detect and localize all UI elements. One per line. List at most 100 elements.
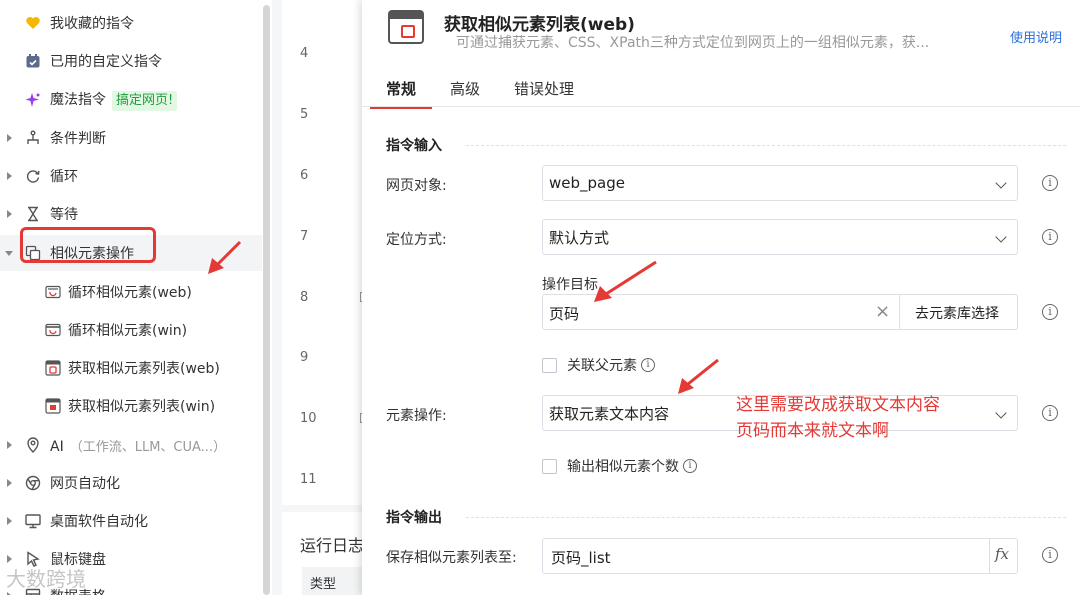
expand-arrow-icon[interactable] [7, 479, 12, 487]
target-input[interactable]: 页码 × 去元素库选择 [542, 294, 1018, 330]
info-icon[interactable]: i [1042, 229, 1058, 245]
info-icon[interactable]: i [1042, 304, 1058, 320]
help-link[interactable]: 使用说明 [1010, 27, 1062, 46]
annotation-line: 页码而本来就文本啊 [736, 421, 889, 441]
sidebar-item-web-automation[interactable]: 网页自动化 [0, 465, 262, 501]
tab-error-handling[interactable]: 错误处理 [514, 78, 574, 106]
sidebar-scrollbar[interactable] [263, 5, 270, 595]
win-list-icon [44, 397, 62, 415]
expand-arrow-icon[interactable] [7, 134, 12, 142]
sidebar-item-used-custom[interactable]: 已用的自定义指令 [0, 43, 262, 79]
locate-method-label: 定位方式: [386, 232, 447, 248]
web-object-value: web_page [549, 174, 625, 192]
dialog-tabs: 常规 高级 错误处理 [369, 78, 608, 109]
sidebar-item-favorites[interactable]: 我收藏的指令 [0, 5, 262, 41]
input-section-title: 指令输入 [386, 138, 442, 154]
sidebar-item-label: 网页自动化 [50, 476, 120, 492]
sidebar-item-label: 桌面软件自动化 [50, 514, 148, 530]
locate-method-select[interactable]: 默认方式 [542, 219, 1018, 255]
flow-editor: 4 5 6 7 8 9 10 11 [272, 0, 370, 595]
chevron-down-icon [995, 407, 1007, 419]
sidebar-item-label: 等待 [50, 207, 78, 223]
sidebar-item-label: 魔法指令 [50, 92, 106, 108]
related-parent-checkbox[interactable] [542, 357, 557, 373]
line-number: 11 [300, 472, 317, 487]
sidebar-item-label: 循环相似元素(web) [68, 285, 192, 301]
element-operation-value: 获取元素文本内容 [549, 404, 670, 423]
sidebar-item-loop-similar-web[interactable]: 循环相似元素(web) [0, 274, 262, 310]
expand-arrow-icon[interactable] [7, 210, 12, 218]
annotation-line: 这里需要改成获取文本内容 [736, 395, 940, 415]
loop-icon [24, 167, 42, 185]
section-divider [466, 145, 1066, 146]
sidebar-item-label: 获取相似元素列表(win) [68, 399, 216, 415]
element-operation-label: 元素操作: [386, 408, 447, 424]
line-number: 6 [300, 168, 309, 183]
line-number: 5 [300, 107, 309, 122]
branch-icon [24, 129, 42, 147]
expand-arrow-icon[interactable] [7, 555, 12, 563]
heart-icon [24, 14, 42, 32]
sidebar-item-label: 条件判断 [50, 131, 106, 147]
fx-icon[interactable]: fx [995, 545, 1009, 563]
collapse-arrow-icon[interactable] [5, 250, 13, 256]
output-section-title: 指令输出 [386, 510, 442, 526]
run-log-title: 运行日志 [300, 536, 365, 555]
chevron-down-icon [995, 231, 1007, 243]
web-object-label: 网页对象: [386, 178, 447, 194]
web-list-icon [388, 10, 424, 44]
ai-hint: （工作流、LLM、CUA...） [69, 439, 227, 455]
target-value: 页码 [549, 305, 580, 323]
tab-general[interactable]: 常规 [369, 78, 433, 109]
sidebar-item-magic[interactable]: 魔法指令 搞定网页! [0, 82, 262, 118]
sidebar-item-loop[interactable]: 循环 [0, 158, 262, 194]
info-icon[interactable]: i [1042, 175, 1058, 191]
expand-arrow-icon[interactable] [7, 517, 12, 525]
desktop-icon [24, 512, 42, 530]
sidebar-item-label: 循环 [50, 169, 78, 185]
related-parent-row: 关联父元素 i [542, 355, 655, 375]
line-number: 7 [300, 229, 309, 244]
sidebar-item-get-similar-web[interactable]: 获取相似元素列表(web) [0, 350, 262, 386]
sidebar-item-get-similar-win[interactable]: 获取相似元素列表(win) [0, 388, 262, 424]
sidebar-item-label: 我收藏的指令 [50, 16, 134, 32]
info-icon[interactable]: i [1042, 547, 1058, 563]
sidebar-item-loop-similar-win[interactable]: 循环相似元素(win) [0, 312, 262, 348]
line-number: 9 [300, 350, 309, 365]
expand-arrow-icon[interactable] [7, 441, 12, 449]
sidebar-item-label: 循环相似元素(win) [68, 323, 188, 339]
web-object-select[interactable]: web_page [542, 165, 1018, 201]
line-number-gutter: 4 5 6 7 8 9 10 11 [282, 0, 370, 505]
line-number: 10 [300, 411, 317, 426]
sidebar-item-desktop-automation[interactable]: 桌面软件自动化 [0, 503, 262, 539]
line-number: 8 [300, 290, 309, 305]
target-label: 操作目标 [542, 277, 598, 293]
sidebar-item-ai[interactable]: AI （工作流、LLM、CUA...） [0, 427, 262, 463]
expand-arrow-icon[interactable] [7, 172, 12, 180]
dialog-description: 可通过捕获元素、CSS、XPath三种方式定位到网页上的一组相似元素，获... [456, 35, 930, 51]
section-divider [466, 517, 1066, 518]
info-icon[interactable]: i [1042, 405, 1058, 421]
sidebar-item-label: 获取相似元素列表(web) [68, 361, 220, 377]
web-list-icon [44, 359, 62, 377]
ai-icon [24, 436, 42, 454]
win-element-icon [44, 321, 62, 339]
input-divider [899, 295, 900, 329]
info-icon[interactable]: i [683, 459, 697, 473]
save-list-input[interactable]: 页码_list fx [542, 538, 1018, 574]
sidebar-item-label: AI [50, 438, 64, 455]
output-count-checkbox[interactable] [542, 458, 557, 474]
save-list-value: 页码_list [551, 549, 611, 567]
hourglass-icon [24, 205, 42, 223]
clear-icon[interactable]: × [875, 301, 890, 322]
watermark: 大数跨境 [6, 567, 86, 591]
tab-advanced[interactable]: 高级 [450, 78, 480, 106]
info-icon[interactable]: i [641, 358, 655, 372]
save-list-label: 保存相似元素列表至: [386, 550, 517, 566]
output-count-row: 输出相似元素个数 i [542, 456, 697, 476]
log-column-type: 类型 [302, 567, 362, 595]
element-library-button[interactable]: 去元素库选择 [915, 303, 999, 323]
tabs-divider [362, 106, 1080, 107]
input-divider [989, 539, 990, 573]
sidebar-item-condition[interactable]: 条件判断 [0, 120, 262, 156]
